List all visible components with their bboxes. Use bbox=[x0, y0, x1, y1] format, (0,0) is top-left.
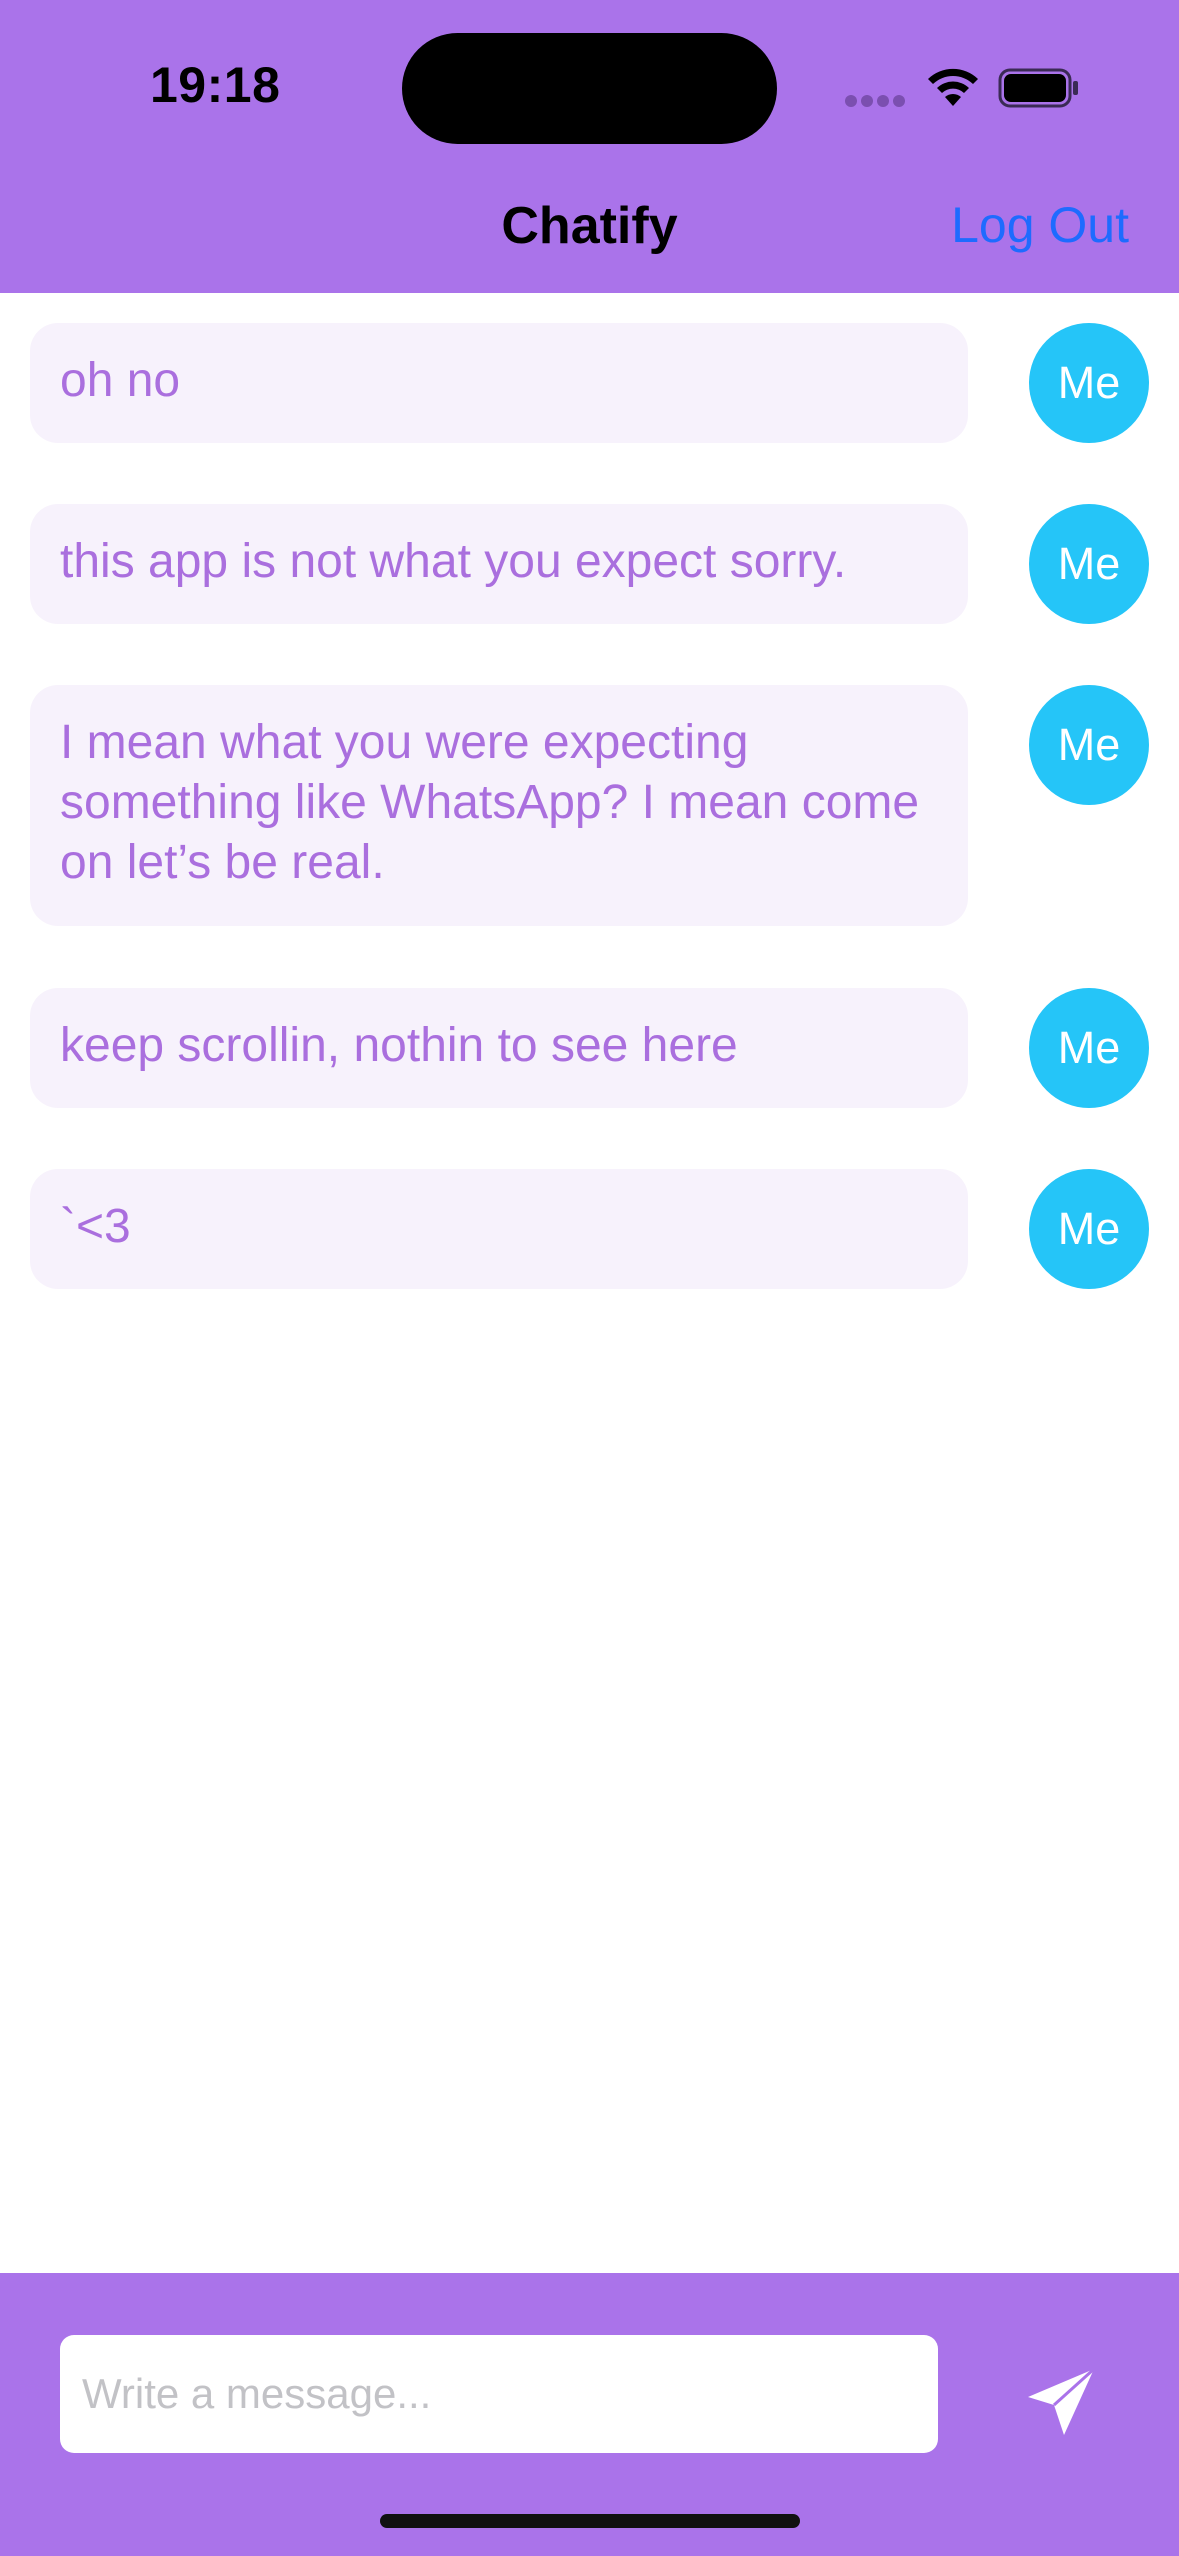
message-input[interactable] bbox=[60, 2335, 938, 2453]
cellular-signal-icon bbox=[845, 95, 905, 107]
message-composer bbox=[0, 2273, 1179, 2556]
message-bubble: oh no bbox=[30, 323, 968, 443]
message-bubble: `<3 bbox=[30, 1169, 968, 1289]
home-indicator[interactable] bbox=[380, 2514, 800, 2528]
logout-button[interactable]: Log Out bbox=[951, 196, 1129, 254]
paper-plane-icon[interactable] bbox=[1020, 2363, 1100, 2443]
avatar: Me bbox=[1029, 323, 1149, 443]
avatar: Me bbox=[1029, 504, 1149, 624]
avatar: Me bbox=[1029, 988, 1149, 1108]
message-bubble: keep scrollin, nothin to see here bbox=[30, 988, 968, 1108]
avatar: Me bbox=[1029, 1169, 1149, 1289]
dynamic-island bbox=[402, 33, 777, 144]
battery-icon bbox=[998, 68, 1078, 108]
message-bubble: this app is not what you expect sorry. bbox=[30, 504, 968, 624]
message-list[interactable]: oh no Me this app is not what you expect… bbox=[0, 293, 1179, 2273]
wifi-icon bbox=[928, 68, 978, 106]
status-time: 19:18 bbox=[150, 57, 281, 113]
avatar: Me bbox=[1029, 685, 1149, 805]
message-bubble: I mean what you were expecting something… bbox=[30, 685, 968, 926]
header: 19:18 Chatify Log Out bbox=[0, 0, 1179, 293]
chat-screen: 19:18 Chatify Log Out oh no Me this app … bbox=[0, 0, 1179, 2556]
